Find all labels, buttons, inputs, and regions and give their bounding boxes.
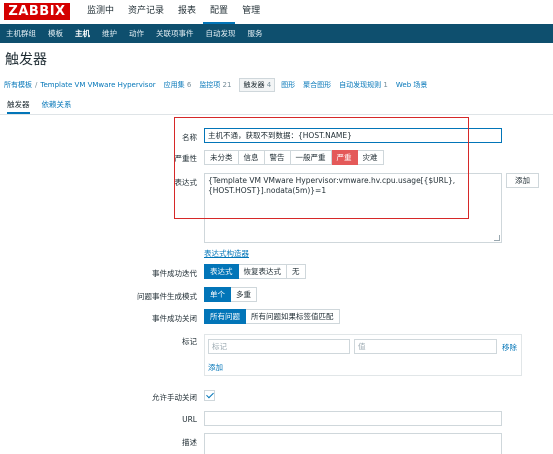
top-navigation: ZABBIX 监测中 资产记录 报表 配置 管理: [0, 0, 553, 24]
problem-mode-selector: 单个 多重: [204, 287, 257, 302]
problem-mode-label: 问题事件生成模式: [137, 292, 197, 301]
breadcrumb-screens[interactable]: 聚合图形: [303, 80, 331, 90]
url-label: URL: [182, 415, 197, 424]
problem-mode-single[interactable]: 单个: [204, 287, 231, 302]
sub-menu-discovery[interactable]: 自动发现: [200, 24, 242, 43]
ok-closes-selector: 所有问题 所有问题如果标签值匹配: [204, 309, 340, 324]
breadcrumb-web[interactable]: Web 场景: [396, 80, 428, 90]
items-label: 监控项: [199, 81, 221, 89]
tab-trigger[interactable]: 触发器: [7, 97, 30, 114]
tag-name-input[interactable]: 标记: [208, 339, 350, 354]
breadcrumb-items[interactable]: 监控项 21: [199, 80, 231, 90]
applications-count: 6: [186, 81, 192, 89]
breadcrumb-triggers[interactable]: 触发器 4: [239, 78, 276, 92]
discovery-label: 自动发现规则: [339, 81, 382, 89]
sub-menu-services[interactable]: 服务: [242, 24, 269, 43]
sub-menu-event-correlation[interactable]: 关联项事件: [150, 24, 200, 43]
breadcrumb-discovery[interactable]: 自动发现规则 1: [339, 80, 388, 90]
sub-menu-maintenance[interactable]: 维护: [96, 24, 123, 43]
resize-handle-icon[interactable]: [494, 235, 500, 241]
tags-label: 标记: [182, 337, 197, 346]
breadcrumb-template[interactable]: Template VM VMware Hypervisor: [40, 81, 155, 89]
zabbix-logo[interactable]: ZABBIX: [4, 3, 70, 20]
ok-event-recovery-expression[interactable]: 恢复表达式: [238, 264, 287, 279]
breadcrumb: 所有模板 / Template VM VMware Hypervisor 应用集…: [0, 77, 553, 93]
remove-tag-link[interactable]: 移除: [502, 342, 517, 353]
top-menu-reports[interactable]: 报表: [171, 0, 203, 24]
tag-name-placeholder: 标记: [212, 342, 227, 351]
add-expression-button[interactable]: 添加: [506, 173, 539, 188]
top-menu-inventory[interactable]: 资产记录: [121, 0, 171, 24]
ok-event-none[interactable]: 无: [287, 264, 306, 279]
top-menu: 监测中 资产记录 报表 配置 管理: [80, 0, 267, 24]
sub-menu-hosts[interactable]: 主机: [69, 24, 96, 43]
manual-close-checkbox[interactable]: [204, 390, 215, 401]
items-count: 21: [222, 81, 232, 89]
triggers-count: 4: [266, 81, 272, 89]
breadcrumb-graphs[interactable]: 图形: [281, 80, 295, 90]
ok-event-generation-label: 事件成功迭代: [152, 269, 197, 278]
ok-closes-all-problems[interactable]: 所有问题: [204, 309, 246, 324]
sub-menu-actions[interactable]: 动作: [123, 24, 150, 43]
problem-mode-multiple[interactable]: 多重: [231, 287, 257, 302]
sub-menu-host-groups[interactable]: 主机群组: [0, 24, 42, 43]
ok-event-expression[interactable]: 表达式: [204, 264, 239, 279]
top-menu-configuration[interactable]: 配置: [203, 0, 236, 24]
page-title: 触发器: [5, 52, 47, 68]
discovery-count: 1: [383, 81, 388, 89]
manual-close-label: 允许手动关闭: [152, 393, 197, 402]
sub-navigation: 主机群组 模板 主机 维护 动作 关联项事件 自动发现 服务: [0, 24, 553, 43]
breadcrumb-all-templates[interactable]: 所有模板: [4, 80, 32, 90]
highlight-annotation: [174, 117, 469, 219]
expression-constructor-link[interactable]: 表达式构造器: [204, 248, 249, 259]
tab-dependencies[interactable]: 依赖关系: [42, 97, 72, 114]
sub-menu-templates[interactable]: 模板: [42, 24, 69, 43]
breadcrumb-separator: /: [35, 81, 38, 89]
tag-value-input[interactable]: 值: [354, 339, 497, 354]
ok-closes-tag-match[interactable]: 所有问题如果标签值匹配: [246, 309, 340, 324]
triggers-label: 触发器: [243, 81, 265, 89]
ok-closes-label: 事件成功关闭: [152, 314, 197, 323]
ok-event-generation-selector: 表达式 恢复表达式 无: [204, 264, 306, 279]
form-tabs: 触发器 依赖关系: [0, 97, 553, 115]
applications-label: 应用集: [163, 81, 185, 89]
tag-value-placeholder: 值: [358, 342, 366, 351]
url-input[interactable]: [204, 411, 502, 426]
top-menu-administration[interactable]: 管理: [235, 0, 267, 24]
top-menu-monitoring[interactable]: 监测中: [80, 0, 121, 24]
checkmark-icon: [206, 390, 214, 399]
description-textarea[interactable]: [204, 433, 502, 454]
breadcrumb-applications[interactable]: 应用集 6: [164, 80, 192, 90]
description-label: 描述: [182, 438, 197, 447]
add-tag-link[interactable]: 添加: [208, 362, 223, 373]
